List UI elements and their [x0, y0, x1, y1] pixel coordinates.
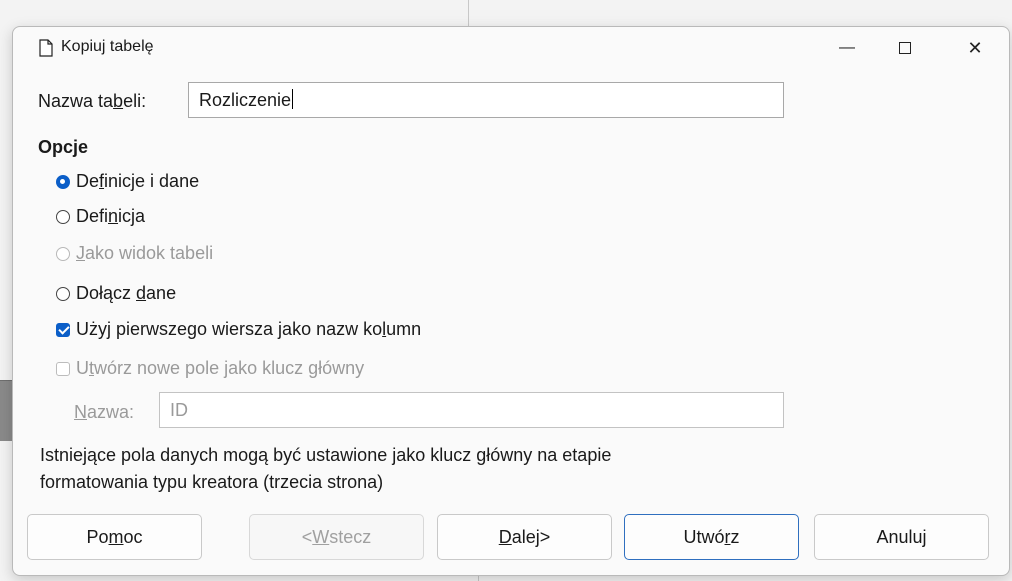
info-text: Istniejące pola danych mogą być ustawion… — [40, 445, 612, 492]
cancel-button[interactable]: Anuluj — [814, 514, 989, 560]
create-button[interactable]: Utwó r z — [624, 514, 799, 560]
minimize-button[interactable]: — — [827, 33, 867, 63]
radio-definition[interactable]: Definicja — [56, 206, 145, 227]
options-heading: Opcje — [38, 137, 89, 157]
minimize-icon: — — [839, 39, 855, 56]
close-icon: ✕ — [967, 37, 983, 58]
checkbox-disabled-icon — [56, 361, 70, 376]
maximize-button[interactable] — [885, 33, 925, 63]
copy-table-dialog: Kopiuj tabelę — ✕ Nazwa tabeli: Rozlicze… — [12, 26, 1010, 576]
radio-as-table-view: Jako widok tabeli — [56, 243, 213, 264]
key-name-label: Nazwa: — [74, 402, 135, 422]
checkbox-label: Użyj pierwszego wiersza jako nazw kolumn — [76, 319, 422, 339]
window-title: Kopiuj tabelę — [61, 38, 154, 55]
close-button[interactable]: ✕ — [955, 33, 995, 63]
checkbox-checked-icon[interactable] — [56, 322, 70, 337]
checkbox-create-primary-key: Utwórz nowe pole jako klucz główny — [56, 358, 364, 379]
radio-icon[interactable] — [56, 209, 70, 224]
checkbox-label: Utwórz nowe pole jako klucz główny — [76, 358, 365, 378]
key-name-input: ID — [159, 392, 784, 428]
checkbox-use-first-row-as-column-names[interactable]: Użyj pierwszego wiersza jako nazw kolumn — [56, 319, 421, 340]
help-button[interactable]: Po m oc — [27, 514, 202, 560]
radio-label: Definicje i dane — [76, 171, 200, 191]
background-panel — [0, 380, 12, 441]
radio-selected-icon[interactable] — [56, 174, 70, 189]
radio-definitions-and-data[interactable]: Definicje i dane — [56, 171, 199, 192]
radio-label: Definicja — [76, 206, 146, 226]
document-icon — [39, 39, 53, 57]
next-button[interactable]: Dalej> — [437, 514, 612, 560]
radio-icon[interactable] — [56, 286, 70, 301]
table-name-input[interactable]: Rozliczenie — [188, 82, 784, 118]
text-cursor — [292, 89, 294, 109]
maximize-icon — [899, 42, 911, 54]
radio-append-data[interactable]: Dołącz dane — [56, 283, 176, 304]
background-window — [0, 0, 1012, 28]
back-button: < Wstecz — [249, 514, 424, 560]
title-bar[interactable]: Kopiuj tabelę — ✕ — [13, 27, 1009, 71]
table-name-label: Nazwa tabeli: — [38, 91, 147, 111]
radio-label: Jako widok tabeli — [76, 243, 214, 263]
radio-label: Dołącz dane — [76, 283, 177, 303]
radio-disabled-icon — [56, 246, 70, 261]
